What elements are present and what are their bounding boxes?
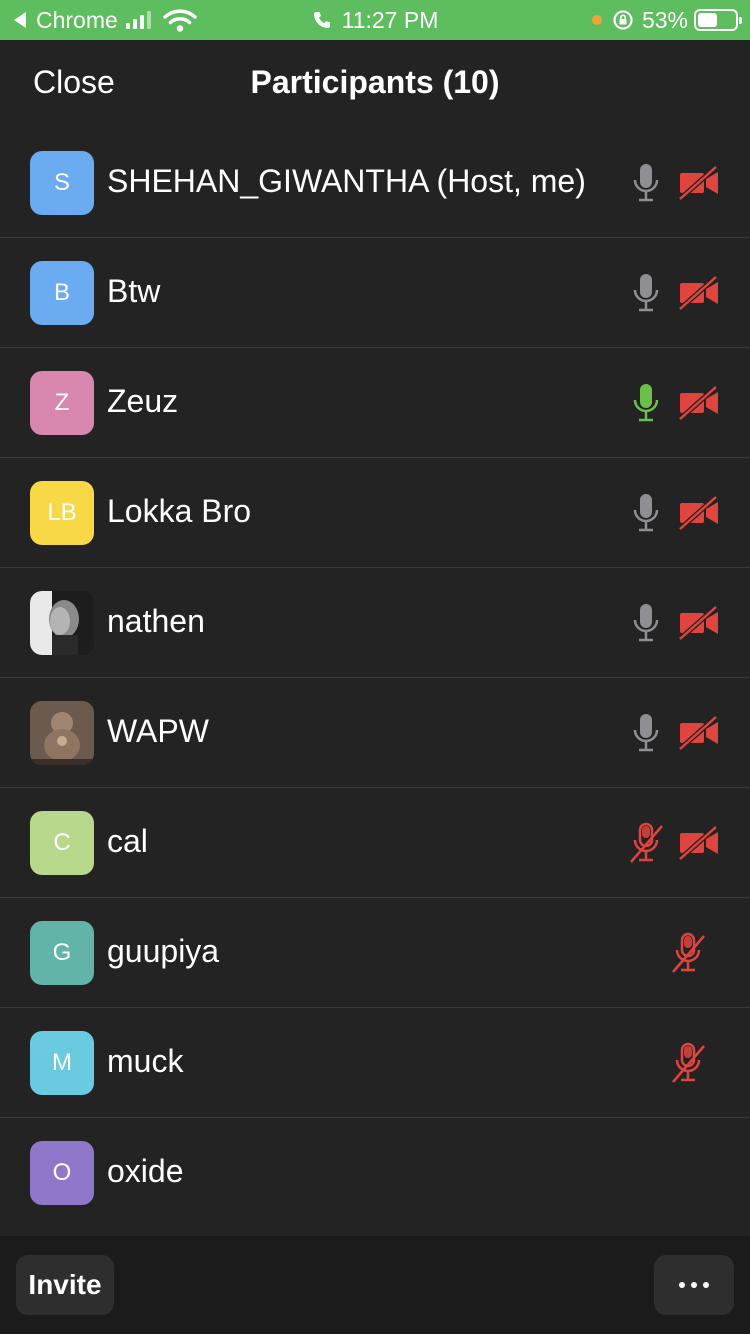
status-bar: Chrome 11:27 PM 53%	[0, 0, 750, 40]
header: Close Participants (10)	[0, 40, 750, 128]
participant-row[interactable]: Ooxide	[0, 1118, 750, 1228]
mic-icon	[628, 162, 664, 204]
phone-icon	[313, 12, 330, 28]
participant-name: WAPW	[107, 713, 209, 749]
privacy-dot-icon	[591, 15, 602, 25]
battery-percent: 53%	[641, 6, 688, 33]
bottom-bar: Invite	[0, 1236, 750, 1334]
avatar: LB	[30, 481, 94, 545]
avatar-initials: Z	[54, 389, 70, 416]
participant-status-icons	[628, 603, 720, 643]
participant-name: Lokka Bro	[107, 493, 252, 529]
mic-active-icon	[628, 382, 664, 424]
participant-status-icons	[628, 493, 720, 533]
participant-row[interactable]: Ccal	[0, 788, 750, 898]
participant-name: oxide	[107, 1153, 184, 1189]
participant-row[interactable]: Mmuck	[0, 1008, 750, 1118]
avatar: G	[30, 921, 94, 985]
orientation-lock-icon	[613, 10, 633, 30]
video-off-icon	[678, 715, 720, 751]
more-dot-icon	[691, 1282, 697, 1288]
avatar-initials: O	[52, 1159, 72, 1186]
participant-row[interactable]: nathen	[0, 568, 750, 678]
battery-icon	[694, 9, 742, 31]
video-off-icon	[678, 385, 720, 421]
video-off-icon	[678, 275, 720, 311]
participant-row[interactable]: Gguupiya	[0, 898, 750, 1008]
more-options-button[interactable]	[654, 1255, 734, 1315]
page-title: Participants (10)	[250, 64, 500, 100]
avatar: C	[30, 811, 94, 875]
avatar-initials: C	[53, 829, 71, 856]
avatar: S	[30, 151, 94, 215]
video-off-icon	[678, 605, 720, 641]
video-off-icon	[678, 825, 720, 861]
more-dot-icon	[679, 1282, 685, 1288]
participant-name: muck	[107, 1043, 184, 1079]
back-arrow-icon	[14, 12, 26, 28]
participant-row[interactable]: Z Zeuz	[0, 348, 750, 458]
participant-name: nathen	[107, 603, 205, 639]
avatar	[30, 591, 94, 655]
avatar-initials: LB	[47, 499, 77, 526]
status-time: 11:27 PM	[341, 6, 439, 33]
avatar-initials: G	[52, 939, 72, 966]
participant-row[interactable]: WAPW	[0, 678, 750, 788]
avatar-initials: B	[53, 279, 70, 306]
mic-icon	[628, 272, 664, 314]
participant-status-icons	[628, 822, 720, 864]
avatar-initials: S	[53, 169, 70, 196]
mic-icon	[628, 712, 664, 754]
participant-row[interactable]: LB Lokka Bro	[0, 458, 750, 568]
more-dot-icon	[703, 1282, 709, 1288]
avatar: Z	[30, 371, 94, 435]
mic-muted-icon	[670, 932, 706, 974]
avatar	[30, 701, 94, 765]
participant-status-icons	[628, 273, 720, 313]
mic-muted-icon	[670, 1042, 706, 1084]
participant-name: Btw	[107, 273, 161, 309]
participant-status-icons	[670, 932, 706, 974]
avatar: B	[30, 261, 94, 325]
participant-status-icons	[628, 713, 720, 753]
participant-status-icons	[628, 163, 720, 203]
video-off-icon	[678, 495, 720, 531]
participant-name: Zeuz	[107, 383, 179, 419]
mic-muted-icon	[628, 822, 664, 864]
participant-row[interactable]: S SHEHAN_GIWANTHA (Host, me)	[0, 128, 750, 238]
participant-list: S SHEHAN_GIWANTHA (Host, me) B Btw Z Zeuz LB Lo…	[0, 128, 750, 1228]
cellular-signal-icon	[125, 11, 151, 29]
wifi-icon	[163, 9, 197, 32]
participant-status-icons	[670, 1042, 706, 1084]
participant-name: guupiya	[107, 933, 220, 969]
mic-icon	[628, 602, 664, 644]
invite-button[interactable]: Invite	[16, 1255, 114, 1315]
mic-icon	[628, 492, 664, 534]
back-app-label: Chrome	[36, 6, 118, 33]
participant-name: cal	[107, 823, 148, 859]
avatar: O	[30, 1141, 94, 1205]
status-left[interactable]: Chrome	[14, 0, 197, 40]
avatar-initials: M	[52, 1049, 72, 1076]
video-off-icon	[678, 165, 720, 201]
participant-status-icons	[628, 383, 720, 423]
avatar: M	[30, 1031, 94, 1095]
participant-name: SHEHAN_GIWANTHA (Host, me)	[107, 163, 586, 199]
participant-row[interactable]: B Btw	[0, 238, 750, 348]
